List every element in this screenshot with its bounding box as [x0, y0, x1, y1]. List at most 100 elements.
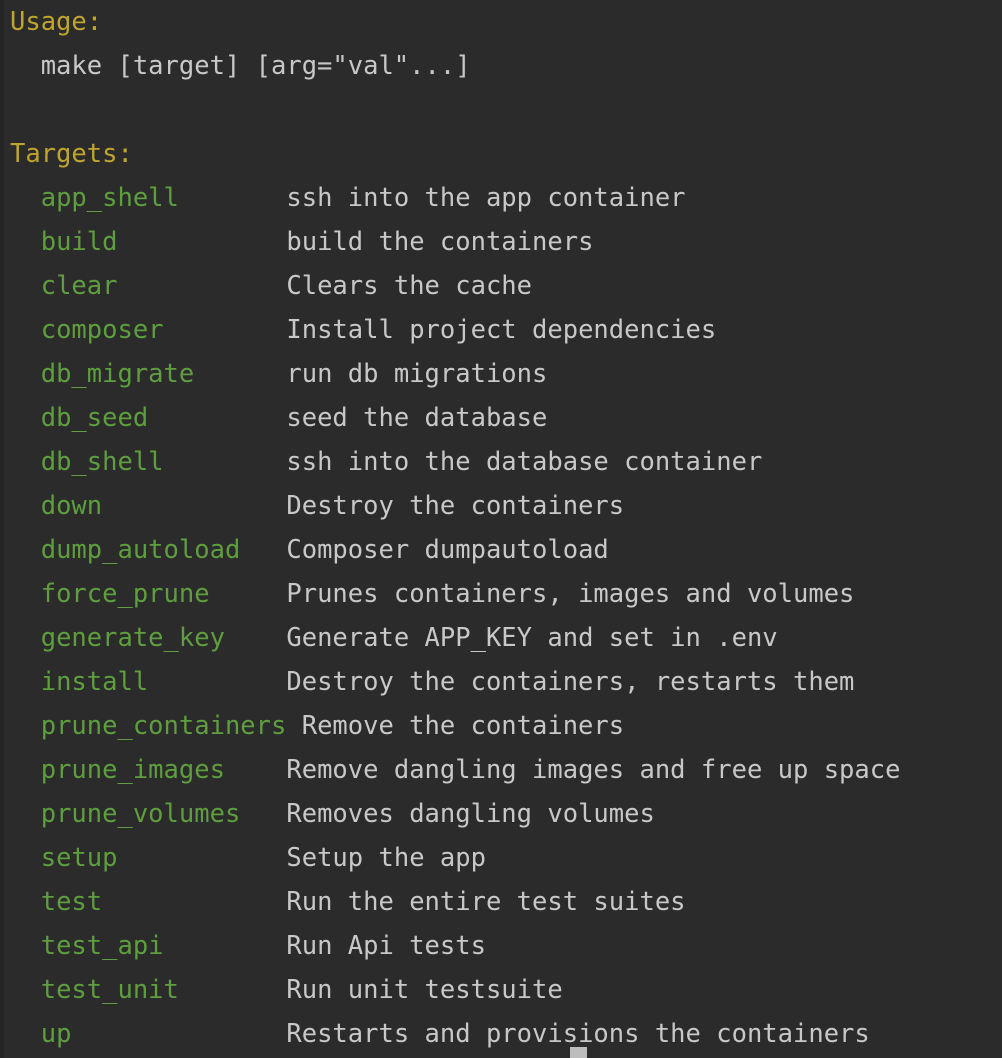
- target-name[interactable]: prune_volumes: [41, 799, 241, 829]
- target-padding: [179, 975, 286, 1005]
- target-name[interactable]: db_shell: [41, 447, 164, 477]
- target-padding: [117, 271, 286, 301]
- target-padding: [210, 579, 287, 609]
- terminal-window: Usage: make [target] [arg="val"...] Targ…: [0, 0, 1002, 1058]
- target-row: prune_containers Remove the containers: [0, 704, 1002, 748]
- target-name[interactable]: test_unit: [41, 975, 179, 1005]
- target-row: composer Install project dependencies: [0, 308, 1002, 352]
- target-description: ssh into the database container: [286, 447, 763, 477]
- target-name[interactable]: test_api: [41, 931, 164, 961]
- target-padding: [117, 227, 286, 257]
- target-indent: [10, 491, 41, 521]
- target-name[interactable]: force_prune: [41, 579, 210, 609]
- target-padding: [194, 359, 286, 389]
- target-name[interactable]: up: [41, 1019, 72, 1049]
- target-padding: [164, 447, 287, 477]
- target-row: build build the containers: [0, 220, 1002, 264]
- targets-heading: Targets:: [10, 139, 133, 169]
- target-padding: [164, 931, 287, 961]
- target-name[interactable]: test: [41, 887, 102, 917]
- target-row: install Destroy the containers, restarts…: [0, 660, 1002, 704]
- target-row: db_seed seed the database: [0, 396, 1002, 440]
- target-indent: [10, 1019, 41, 1049]
- target-description: Remove the containers: [301, 711, 625, 741]
- target-description: Install project dependencies: [286, 315, 717, 345]
- target-description: Restarts and provisions the containers: [286, 1019, 870, 1049]
- target-description: Removes dangling volumes: [286, 799, 655, 829]
- target-padding: [225, 623, 286, 653]
- target-name[interactable]: prune_containers: [41, 711, 287, 741]
- target-row: app_shell ssh into the app container: [0, 176, 1002, 220]
- target-description: build the containers: [286, 227, 594, 257]
- target-padding: [179, 183, 286, 213]
- target-indent: [10, 843, 41, 873]
- target-description: run db migrations: [286, 359, 548, 389]
- usage-heading: Usage:: [10, 7, 103, 37]
- target-name[interactable]: setup: [41, 843, 118, 873]
- target-name[interactable]: app_shell: [41, 183, 179, 213]
- target-row: clear Clears the cache: [0, 264, 1002, 308]
- target-description: seed the database: [286, 403, 548, 433]
- target-description: Generate APP_KEY and set in .env: [286, 623, 778, 653]
- target-padding: [240, 535, 286, 565]
- target-padding: [164, 315, 287, 345]
- target-row: prune_images Remove dangling images and …: [0, 748, 1002, 792]
- target-indent: [10, 535, 41, 565]
- target-indent: [10, 403, 41, 433]
- usage-command-line: make [target] [arg="val"...]: [10, 51, 471, 81]
- target-description: ssh into the app container: [286, 183, 686, 213]
- shell-prompt-line: user@host:~/project$: [10, 1046, 394, 1058]
- target-padding: [102, 491, 286, 521]
- target-row: test_unit Run unit testsuite: [0, 968, 1002, 1012]
- target-name[interactable]: dump_autoload: [41, 535, 241, 565]
- target-padding: [148, 403, 286, 433]
- target-indent: [10, 271, 41, 301]
- target-indent: [10, 579, 41, 609]
- target-description: Prunes containers, images and volumes: [286, 579, 855, 609]
- target-indent: [10, 667, 41, 697]
- target-indent: [10, 183, 41, 213]
- target-name[interactable]: build: [41, 227, 118, 257]
- target-description: Remove dangling images and free up space: [286, 755, 901, 785]
- target-row: test Run the entire test suites: [0, 880, 1002, 924]
- target-description: Setup the app: [286, 843, 486, 873]
- target-row: prune_volumes Removes dangling volumes: [0, 792, 1002, 836]
- window-left-border: [0, 0, 4, 1058]
- target-row: test_api Run Api tests: [0, 924, 1002, 968]
- target-description: Destroy the containers: [286, 491, 625, 521]
- target-indent: [10, 315, 41, 345]
- target-indent: [10, 799, 41, 829]
- target-padding: [240, 799, 286, 829]
- target-name[interactable]: db_migrate: [41, 359, 195, 389]
- target-name[interactable]: generate_key: [41, 623, 225, 653]
- target-indent: [10, 755, 41, 785]
- target-description: Composer dumpautoload: [286, 535, 609, 565]
- targets-list: app_shell ssh into the app container bui…: [0, 176, 1002, 1056]
- target-name[interactable]: install: [41, 667, 148, 697]
- target-name[interactable]: prune_images: [41, 755, 225, 785]
- target-row: dump_autoload Composer dumpautoload: [0, 528, 1002, 572]
- target-padding: [148, 667, 286, 697]
- target-row: generate_key Generate APP_KEY and set in…: [0, 616, 1002, 660]
- text-cursor: [570, 1047, 587, 1058]
- target-description: Destroy the containers, restarts them: [286, 667, 855, 697]
- target-indent: [10, 359, 41, 389]
- target-indent: [10, 931, 41, 961]
- target-indent: [10, 623, 41, 653]
- target-indent: [10, 975, 41, 1005]
- target-row: down Destroy the containers: [0, 484, 1002, 528]
- target-description: Run the entire test suites: [286, 887, 686, 917]
- target-name[interactable]: down: [41, 491, 102, 521]
- target-indent: [10, 711, 41, 741]
- target-row: setup Setup the app: [0, 836, 1002, 880]
- target-name[interactable]: db_seed: [41, 403, 148, 433]
- target-row: db_shell ssh into the database container: [0, 440, 1002, 484]
- target-row: force_prune Prunes containers, images an…: [0, 572, 1002, 616]
- target-indent: [10, 227, 41, 257]
- target-description: Clears the cache: [286, 271, 533, 301]
- target-name[interactable]: clear: [41, 271, 118, 301]
- target-indent: [10, 447, 41, 477]
- target-description: Run unit testsuite: [286, 975, 563, 1005]
- target-name[interactable]: composer: [41, 315, 164, 345]
- target-row: db_migrate run db migrations: [0, 352, 1002, 396]
